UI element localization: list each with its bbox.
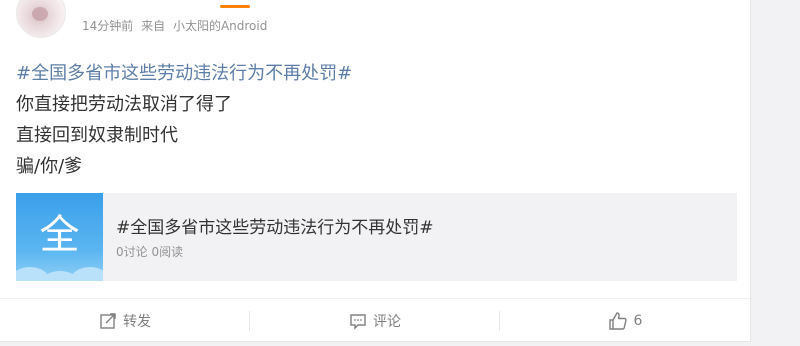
topic-thumb-glyph: 全 <box>39 212 80 258</box>
source-prefix: 来自 <box>141 19 166 33</box>
avatar[interactable] <box>16 0 66 38</box>
post-text-line-1: 你直接把劳动法取消了得了 <box>16 94 232 115</box>
thumbs-up-icon <box>608 311 627 330</box>
cloud-decoration <box>70 267 103 281</box>
topic-card[interactable]: 全 #全国多省市这些劳动违法行为不再处罚# 0讨论 0阅读 <box>16 193 737 281</box>
active-tab-indicator <box>220 5 250 8</box>
hashtag-link[interactable]: #全国多省市这些劳动违法行为不再处罚# <box>16 58 716 89</box>
like-button[interactable]: 6 <box>500 299 750 342</box>
post-source[interactable]: 小太阳的Android <box>173 19 267 33</box>
like-count: 6 <box>633 312 643 329</box>
post-text-line-2: 直接回到奴隶制时代 <box>16 125 178 146</box>
topic-stats: 0讨论 0阅读 <box>116 245 184 259</box>
repost-icon <box>100 312 116 329</box>
comment-button[interactable]: 评论 <box>250 299 500 342</box>
post-meta: 14分钟前 来自 小太阳的Android <box>82 17 271 34</box>
comment-icon <box>350 313 366 330</box>
topic-title[interactable]: #全国多省市这些劳动违法行为不再处罚# <box>116 213 434 238</box>
post-text-line-3: 骗/你/爹 <box>16 156 83 177</box>
repost-label: 转发 <box>123 313 151 330</box>
avatar-image <box>32 7 48 21</box>
repost-button[interactable]: 转发 <box>0 299 250 342</box>
topic-thumbnail: 全 <box>16 193 103 281</box>
post-action-bar: 转发 评论 6 <box>0 298 750 342</box>
comment-label: 评论 <box>373 313 401 330</box>
post-content: #全国多省市这些劳动违法行为不再处罚# 你直接把劳动法取消了得了 直接回到奴隶制… <box>16 58 716 182</box>
weibo-post-card: 14分钟前 来自 小太阳的Android #全国多省市这些劳动违法行为不再处罚#… <box>0 0 751 342</box>
post-time[interactable]: 14分钟前 <box>82 19 133 33</box>
